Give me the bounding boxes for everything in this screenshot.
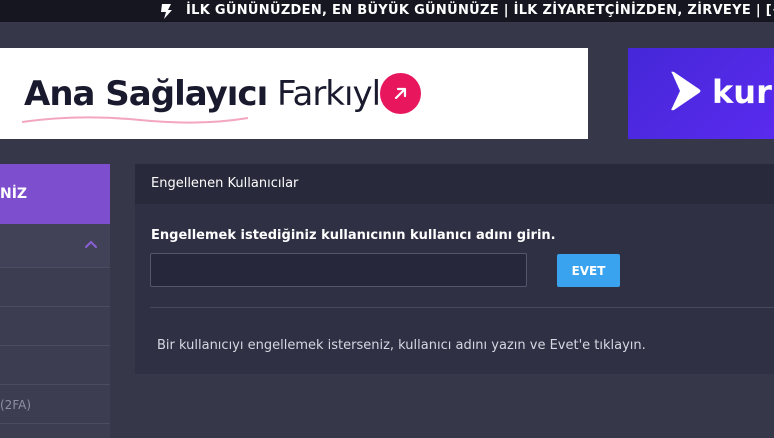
username-field-label: Engellemek istediğiniz kullanıcının kull…: [151, 228, 556, 243]
play-icon: [668, 69, 702, 117]
panel-header: Engellenen Kullanıcılar: [135, 164, 774, 204]
divider: [150, 307, 774, 308]
panel-title: Engellenen Kullanıcılar: [151, 176, 299, 191]
sidebar: NİZ (2FA): [0, 164, 110, 438]
ad-headline-bold: Ana Sağlayıcı: [24, 74, 268, 114]
ad-brand-text: kuru: [712, 73, 774, 111]
help-text: Bir kullanıcıyı engellemek isterseniz, k…: [157, 338, 646, 353]
ad-banner-right[interactable]: kuru: [628, 48, 774, 139]
ad-headline: Ana Sağlayıcı Farkıyla: [24, 72, 401, 116]
sidebar-item-2fa[interactable]: (2FA): [0, 385, 110, 424]
sidebar-item-1[interactable]: [0, 268, 110, 307]
announcement-ticker: İLK GÜNÜNÜZDEN, EN BÜYÜK GÜNÜNÜZE | İLK …: [0, 0, 774, 22]
ticker-text: İLK GÜNÜNÜZDEN, EN BÜYÜK GÜNÜNÜZE | İLK …: [186, 3, 774, 18]
blocked-users-panel: Engellenen Kullanıcılar Engellemek isted…: [135, 164, 774, 374]
ad-banner-left[interactable]: Ana Sağlayıcı Farkıyla: [0, 48, 588, 139]
logo-icon: [158, 2, 176, 20]
sidebar-header-label: NİZ: [0, 186, 28, 202]
ad-arrow-button[interactable]: [380, 73, 421, 114]
confirm-button[interactable]: EVET: [557, 254, 620, 287]
sidebar-item-label: (2FA): [0, 398, 32, 412]
sidebar-item-2[interactable]: [0, 307, 110, 346]
sidebar-item-3[interactable]: [0, 346, 110, 385]
sidebar-collapse-toggle[interactable]: [0, 224, 110, 268]
sidebar-header[interactable]: NİZ: [0, 164, 110, 224]
username-input[interactable]: [150, 253, 527, 287]
